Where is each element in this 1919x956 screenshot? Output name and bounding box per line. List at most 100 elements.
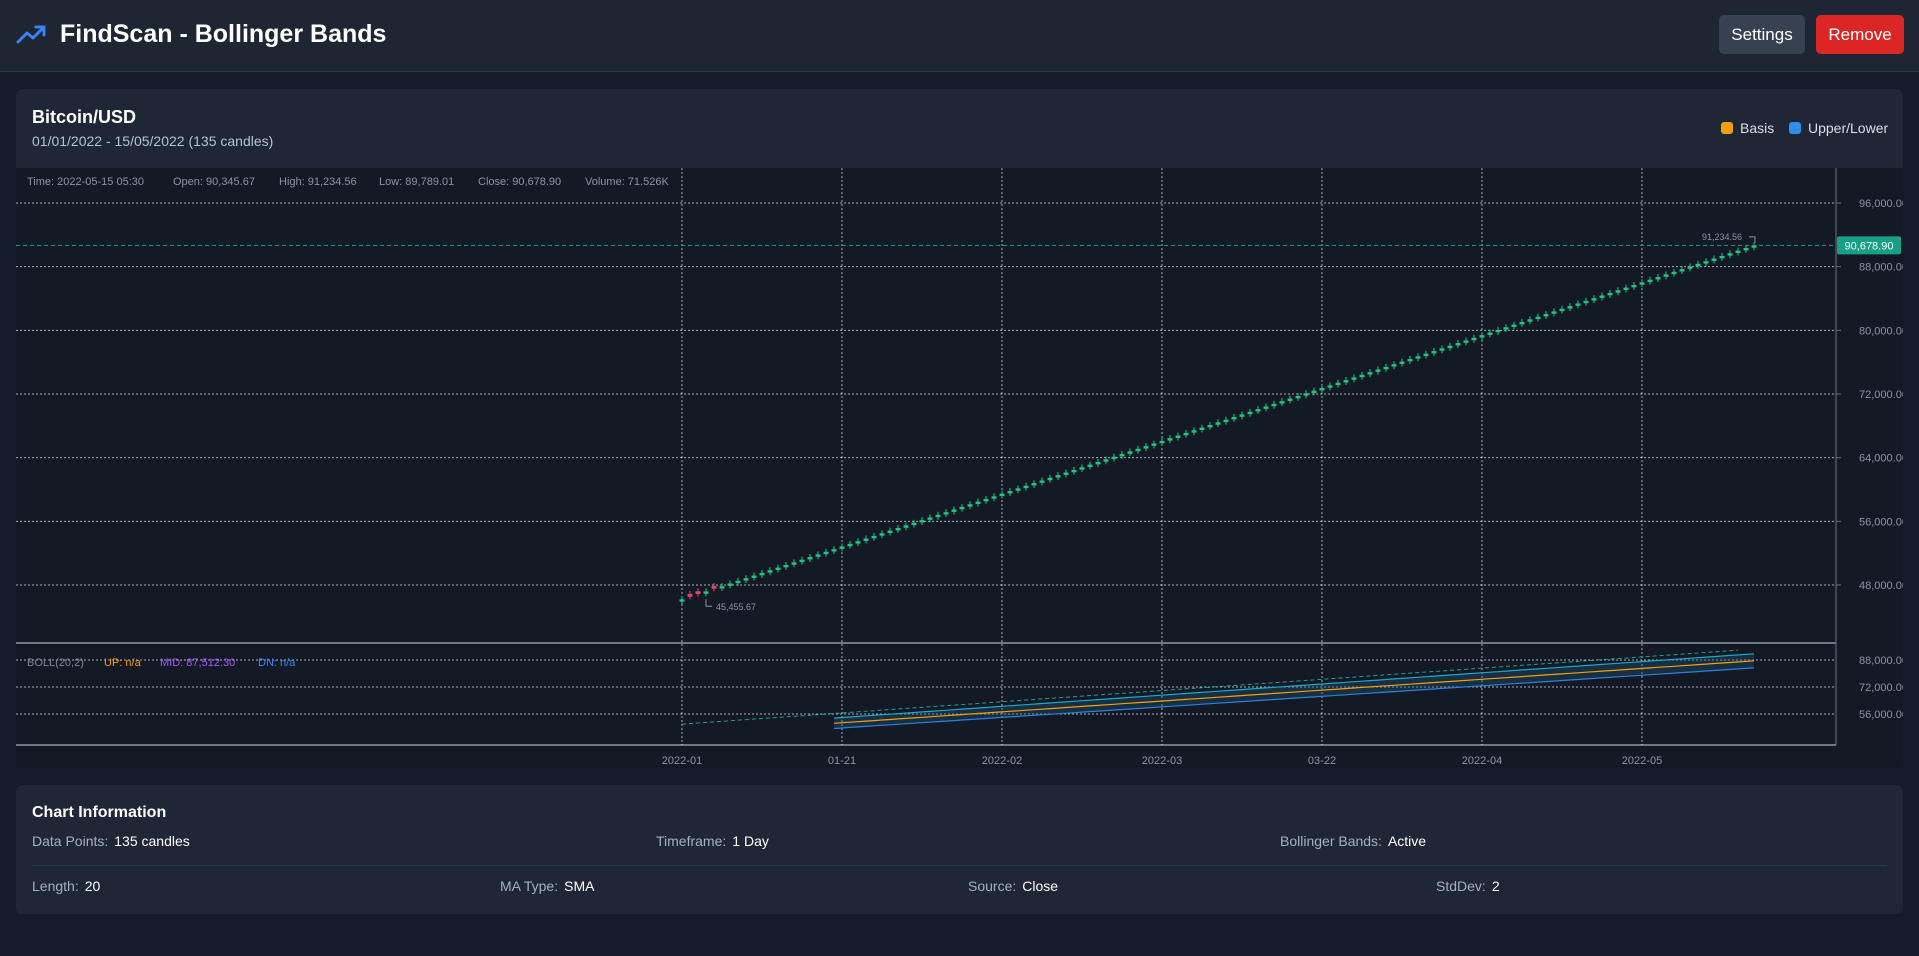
candle-body — [927, 517, 933, 520]
candle-body — [1079, 467, 1085, 470]
info-value: Active — [1387, 833, 1427, 849]
candlestick-chart[interactable]: 96,000.00 88,000.00 80,000.00 72,000.00 64,0… — [16, 168, 1903, 768]
candle-body — [1535, 316, 1541, 320]
candle-body — [1511, 324, 1517, 327]
candle-body — [1687, 266, 1693, 269]
candle-body — [815, 554, 821, 557]
candle-body — [1231, 417, 1237, 420]
info-label: Bollinger Bands: — [1280, 833, 1382, 849]
candle-body — [1575, 303, 1581, 306]
candle-body — [1127, 451, 1133, 454]
x-tick-label: 2022-03 — [1142, 755, 1182, 767]
info-title: Chart Information — [32, 804, 167, 821]
candle-body — [863, 538, 869, 541]
candle-body — [751, 575, 757, 578]
candle-body — [951, 509, 957, 512]
candle-body — [1071, 469, 1077, 473]
candle-body — [1423, 353, 1429, 357]
candle-body — [1327, 385, 1333, 388]
ohlc-volume: Volume: 71.526K — [585, 176, 669, 188]
candle-body — [1391, 364, 1397, 367]
candle-body — [1495, 329, 1501, 333]
candle-body — [1215, 422, 1221, 425]
y-tick-label: 56,000.00 — [1859, 516, 1903, 528]
candle-body — [807, 557, 813, 560]
candle-body — [1439, 348, 1445, 351]
candle-body — [783, 564, 789, 568]
candle-body — [911, 522, 917, 526]
info-length: Length: 20 — [32, 878, 100, 894]
settings-button[interactable]: Settings — [1719, 15, 1805, 54]
indicator-y-tick-label: 56,000.00 — [1859, 709, 1903, 721]
candle-body — [1639, 282, 1645, 285]
symbol-title: Bitcoin/USD — [32, 107, 137, 127]
candle-body — [1711, 258, 1717, 261]
y-tick-label: 80,000.00 — [1859, 325, 1903, 337]
candle-body — [711, 585, 717, 589]
candle-body — [1271, 403, 1277, 407]
candle-body — [1023, 485, 1029, 489]
date-range: 01/01/2022 - 15/05/2022 (135 candles) — [32, 133, 274, 149]
candle-body — [735, 580, 741, 584]
candle-body — [1567, 306, 1573, 309]
candle-body — [847, 543, 853, 547]
candle-body — [703, 591, 709, 594]
info-label: Data Points: — [32, 833, 109, 849]
x-tick-label: 03-22 — [1308, 755, 1336, 767]
x-tick-label: 2022-02 — [982, 755, 1022, 767]
candle-body — [1047, 477, 1053, 481]
candle-body — [1503, 327, 1509, 330]
min-marker — [705, 599, 712, 607]
indicator-y-tick-label: 72,000.00 — [1859, 682, 1903, 694]
chart-plot[interactable]: 96,000.00 88,000.00 80,000.00 72,000.00 64,0… — [16, 168, 1903, 768]
info-value: 1 Day — [732, 833, 769, 849]
candle-body — [1223, 419, 1229, 423]
max-price-label: 91,234.56 — [1702, 232, 1742, 242]
info-value: Close — [1022, 878, 1059, 894]
chart-card: Bitcoin/USD 01/01/2022 - 15/05/2022 (135… — [16, 89, 1903, 768]
ohlc-close: Close: 90,678.90 — [478, 176, 561, 188]
candle-body — [1479, 335, 1485, 338]
candle-body — [719, 586, 725, 589]
min-price-label: 45,455.67 — [716, 602, 756, 612]
candle-body — [1031, 483, 1037, 486]
chart-info-panel: Chart Information Data Points: 135 candle… — [16, 785, 1903, 914]
remove-button[interactable]: Remove — [1816, 15, 1904, 54]
legend-basis-swatch — [1721, 122, 1733, 134]
candle-body — [823, 551, 829, 555]
candle-body — [1167, 438, 1173, 441]
candle-body — [1279, 401, 1285, 404]
ohlc-high: High: 91,234.56 — [279, 176, 357, 188]
candle-body — [1735, 250, 1741, 254]
candle-body — [1111, 456, 1117, 460]
info-value: 2 — [1491, 878, 1500, 894]
last-price-label: 90,678.90 — [1845, 240, 1894, 252]
info-ma-type: MA Type: SMA — [500, 878, 594, 894]
candle-body — [1175, 435, 1181, 438]
candle-body — [1487, 332, 1493, 335]
candle-body — [1527, 319, 1533, 322]
boll-mid: MID: 87,512.30 — [160, 657, 235, 669]
candle-body — [1399, 361, 1405, 364]
candle-body — [1287, 398, 1293, 401]
candle-body — [1591, 298, 1597, 301]
candle-body — [1343, 380, 1349, 383]
candle-body — [1063, 472, 1069, 475]
candle-body — [695, 591, 701, 595]
candle-body — [831, 549, 837, 552]
candle-body — [1135, 448, 1141, 452]
candle-body — [759, 572, 765, 576]
candle-body — [1551, 311, 1557, 314]
candle-body — [1335, 382, 1341, 386]
candle-body — [879, 533, 885, 536]
candle-body — [839, 546, 845, 549]
candle-body — [791, 562, 797, 565]
y-tick-label: 96,000.00 — [1859, 198, 1903, 210]
candle-body — [1295, 395, 1301, 399]
candle-body — [1199, 427, 1205, 431]
candle-body — [1183, 432, 1189, 436]
x-tick-label: 01-21 — [828, 755, 856, 767]
candle-body — [1743, 247, 1749, 251]
candle-body — [871, 535, 877, 539]
candle-body — [1351, 377, 1357, 380]
